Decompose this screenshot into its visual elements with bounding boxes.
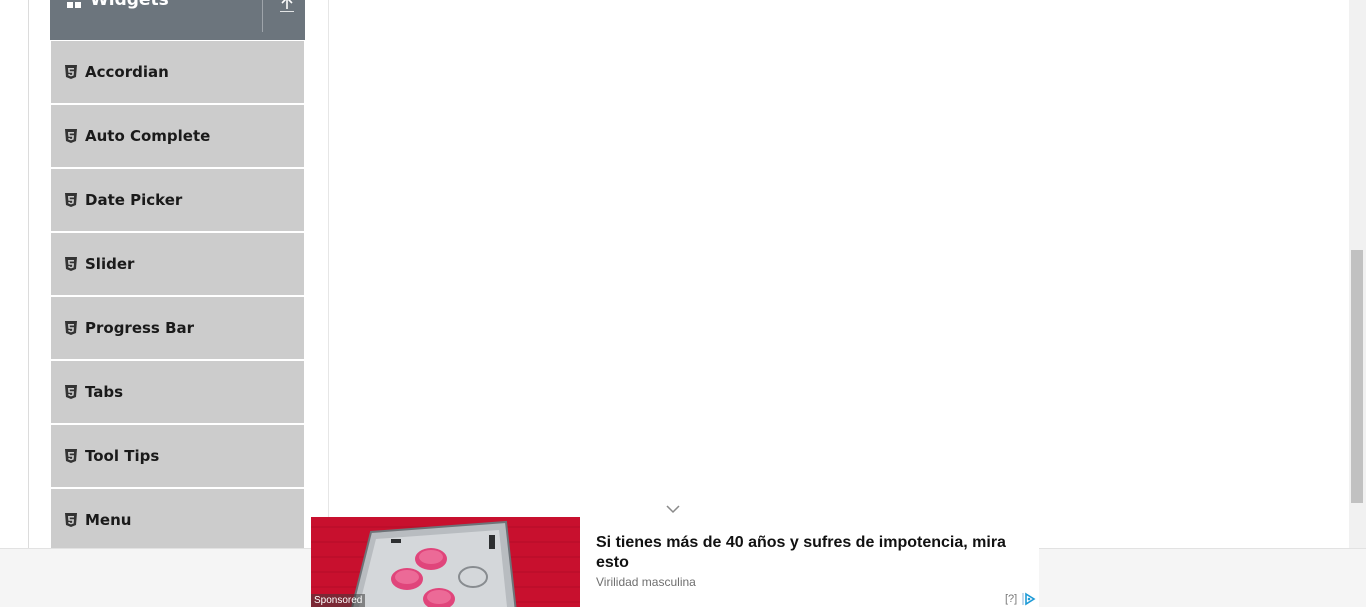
- menu-item-label: Accordian: [85, 63, 169, 81]
- scrollbar-thumb[interactable]: [1351, 250, 1363, 503]
- ad-image[interactable]: Sponsored: [311, 517, 580, 607]
- html5-icon: [65, 193, 77, 207]
- menu-item-slider[interactable]: Slider: [51, 233, 304, 295]
- html5-icon: [65, 321, 77, 335]
- page-viewport: Widgets Accordian Auto Complete Date Pic…: [0, 0, 1366, 607]
- menu-item-accordian[interactable]: Accordian: [51, 41, 304, 103]
- menu-item-menu[interactable]: Menu: [51, 489, 304, 551]
- chevron-down-icon[interactable]: [665, 503, 681, 515]
- html5-icon: [65, 129, 77, 143]
- ad-source[interactable]: Virilidad masculina: [596, 575, 696, 589]
- menu-item-label: Slider: [85, 255, 135, 273]
- adchoices-icon[interactable]: [1022, 592, 1036, 606]
- menu-item-tabs[interactable]: Tabs: [51, 361, 304, 423]
- menu-item-progress-bar[interactable]: Progress Bar: [51, 297, 304, 359]
- menu-item-label: Auto Complete: [85, 127, 211, 145]
- widgets-grid-icon: [67, 2, 81, 8]
- sponsored-label: Sponsored: [311, 594, 366, 607]
- menu-item-auto-complete[interactable]: Auto Complete: [51, 105, 304, 167]
- collapse-up-icon[interactable]: [279, 0, 295, 12]
- content-divider: [328, 0, 329, 548]
- menu-item-tool-tips[interactable]: Tool Tips: [51, 425, 304, 487]
- page-left-border: [28, 0, 29, 548]
- html5-icon: [65, 257, 77, 271]
- html5-icon: [65, 385, 77, 399]
- menu-item-label: Tabs: [85, 383, 124, 401]
- html5-icon: [65, 65, 77, 79]
- html5-icon: [65, 449, 77, 463]
- widgets-group-header[interactable]: Widgets: [50, 0, 305, 40]
- html5-icon: [65, 513, 77, 527]
- ad-help-link[interactable]: [?]: [1005, 593, 1017, 605]
- menu-item-label: Date Picker: [85, 191, 183, 209]
- menu-item-label: Menu: [85, 511, 132, 529]
- widgets-menu-list: Accordian Auto Complete Date Picker Slid…: [51, 41, 304, 553]
- page-scrollbar[interactable]: [1349, 0, 1366, 548]
- widgets-group-title: Widgets: [90, 0, 169, 10]
- ad-headline[interactable]: Si tienes más de 40 años y sufres de imp…: [596, 533, 1026, 573]
- menu-item-label: Progress Bar: [85, 319, 195, 337]
- menu-item-date-picker[interactable]: Date Picker: [51, 169, 304, 231]
- sponsored-ad-banner[interactable]: Sponsored Si tienes más de 40 años y suf…: [311, 517, 1039, 607]
- menu-item-label: Tool Tips: [85, 447, 160, 465]
- header-separator: [262, 0, 263, 32]
